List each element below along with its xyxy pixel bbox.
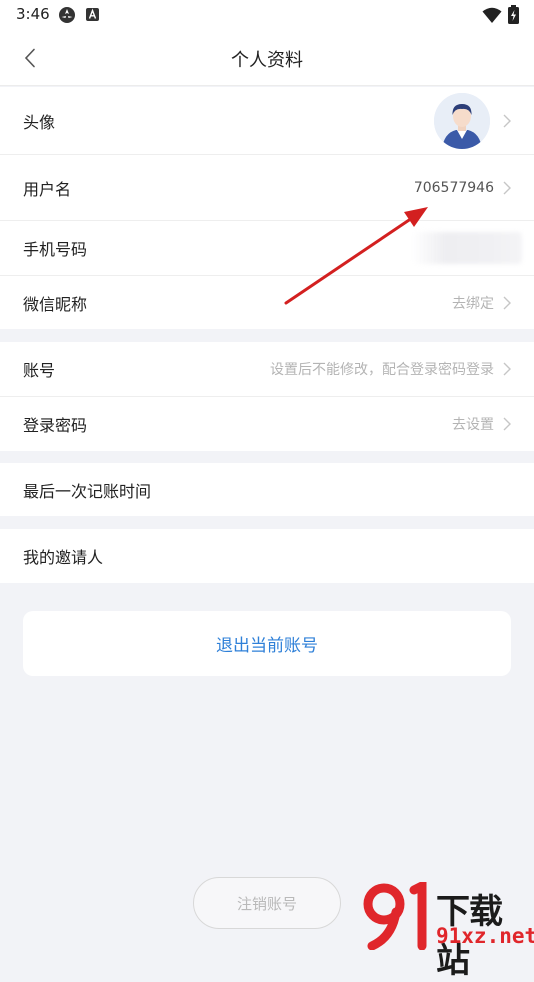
password-label: 登录密码 [23,416,88,435]
page-title: 个人资料 [231,50,303,71]
watermark-text-bottom: 91xz.net [436,924,534,948]
account-row[interactable]: 账号 设置后不能修改，配合登录密码登录 [0,342,534,396]
last-record-row[interactable]: 最后一次记账时间 [0,463,534,516]
status-time: 3:46 [16,5,50,23]
app-notification-icon [59,7,75,23]
watermark: 下载站 91xz.net [362,882,534,981]
wifi-icon [482,7,502,23]
username-row[interactable]: 用户名 706577946 [0,155,534,220]
last-record-label: 最后一次记账时间 [23,481,152,501]
avatar-label: 头像 [23,112,56,132]
phone-value-blurred [412,232,522,264]
username-label: 用户名 [23,179,72,199]
avatar[interactable] [434,92,490,149]
avatar-row[interactable]: 头像 [0,87,534,154]
inviter-row[interactable]: 我的邀请人 [0,529,534,583]
username-value: 706577946 [413,179,494,196]
a-notification-icon [86,8,99,21]
phone-label: 手机号码 [23,240,88,259]
chevron-right-icon [503,362,511,376]
cancel-account-button[interactable]: 注销账号 [193,877,341,929]
chevron-right-icon [503,296,511,309]
account-label: 账号 [23,361,56,380]
logout-label: 退出当前账号 [216,636,318,656]
inviter-label: 我的邀请人 [23,548,104,567]
inviter-section: 我的邀请人 [0,529,534,583]
cancel-account-label: 注销账号 [236,894,297,913]
account-section: 账号 设置后不能修改，配合登录密码登录 登录密码 去设置 [0,342,534,451]
account-value: 设置后不能修改，配合登录密码登录 [270,362,494,378]
password-row[interactable]: 登录密码 去设置 [0,397,534,451]
last-record-section: 最后一次记账时间 [0,463,534,516]
status-bar: 3:46 [0,0,534,30]
nav-bar: 个人资料 [0,30,534,86]
phone-row[interactable]: 手机号码 [0,221,534,275]
chevron-right-icon [503,114,511,127]
profile-section: 头像 用户名 706577946 手机号码 微信昵称 去绑定 [0,87,534,329]
chevron-right-icon [503,417,511,431]
wechat-row[interactable]: 微信昵称 去绑定 [0,276,534,329]
wechat-value: 去绑定 [452,295,494,312]
default-user-avatar-icon [434,92,490,149]
watermark-91-logo-icon [363,882,427,950]
logout-button[interactable]: 退出当前账号 [23,611,511,676]
battery-charging-icon [508,5,519,24]
password-value: 去设置 [452,417,494,433]
chevron-right-icon [503,181,511,194]
wechat-label: 微信昵称 [23,294,88,314]
